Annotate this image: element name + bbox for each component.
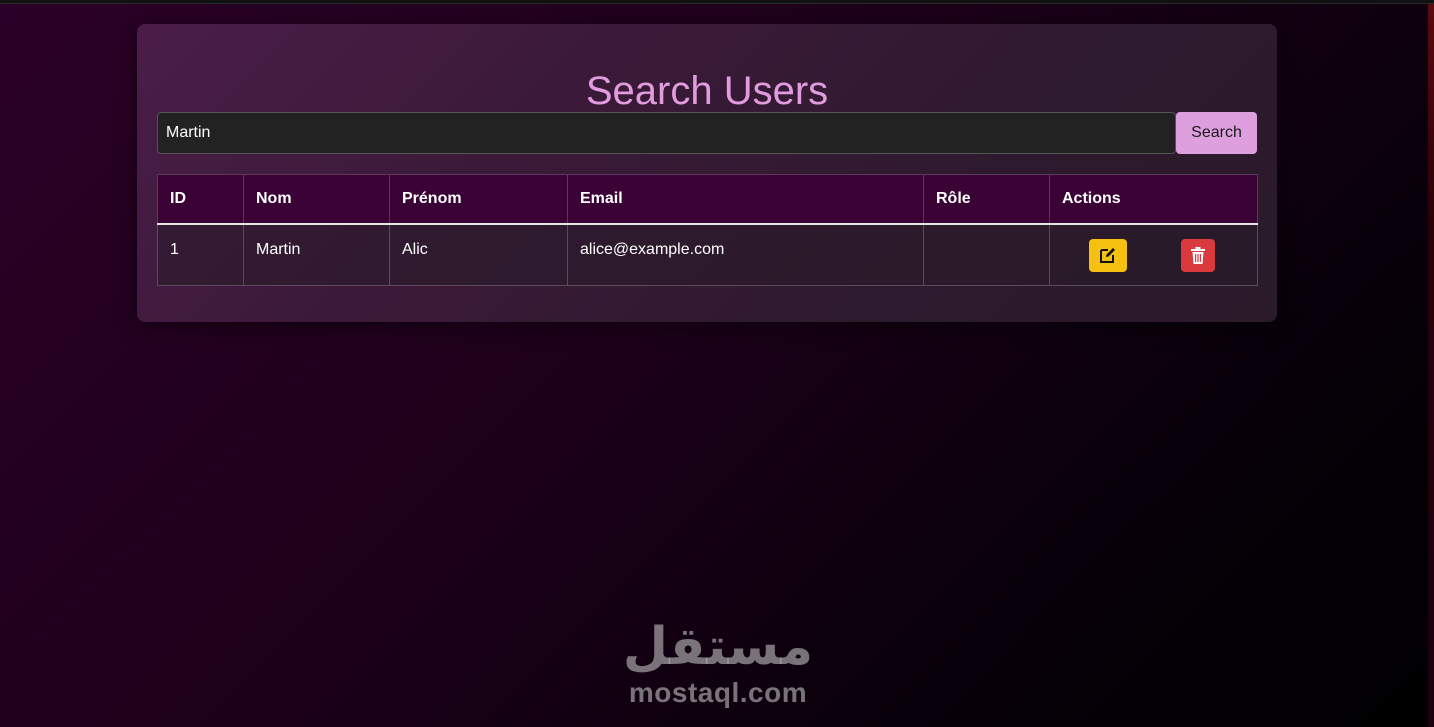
watermark-url: mostaql.com bbox=[628, 677, 808, 708]
users-table: ID Nom Prénom Email Rôle Actions 1 Marti… bbox=[157, 174, 1258, 286]
window-top-border bbox=[0, 0, 1434, 4]
scrollbar-track[interactable] bbox=[1428, 4, 1434, 727]
header-id: ID bbox=[157, 174, 244, 225]
header-prenom: Prénom bbox=[389, 174, 568, 225]
header-nom: Nom bbox=[243, 174, 390, 225]
search-users-card: Search Users Search ID Nom Prénom Email … bbox=[137, 24, 1277, 322]
cell-nom: Martin bbox=[243, 223, 390, 286]
trash-icon bbox=[1191, 246, 1205, 264]
cell-actions bbox=[1049, 223, 1258, 286]
header-role: Rôle bbox=[923, 174, 1050, 225]
cell-id: 1 bbox=[157, 223, 244, 286]
header-actions: Actions bbox=[1049, 174, 1258, 225]
table-row: 1 Martin Alic alice@example.com bbox=[157, 223, 1258, 286]
mostaql-watermark: مستقل mostaql.com bbox=[600, 616, 836, 716]
search-input[interactable] bbox=[157, 112, 1176, 154]
page-title: Search Users bbox=[585, 69, 829, 113]
cell-email: alice@example.com bbox=[567, 223, 924, 286]
search-button[interactable]: Search bbox=[1176, 112, 1257, 154]
edit-icon bbox=[1100, 248, 1115, 263]
cell-role bbox=[923, 223, 1050, 286]
watermark-logo: مستقل bbox=[622, 617, 814, 677]
edit-button[interactable] bbox=[1089, 238, 1127, 272]
header-email: Email bbox=[567, 174, 924, 225]
delete-button[interactable] bbox=[1181, 238, 1215, 272]
table-header-row: ID Nom Prénom Email Rôle Actions bbox=[157, 174, 1258, 225]
cell-prenom: Alic bbox=[389, 223, 568, 286]
